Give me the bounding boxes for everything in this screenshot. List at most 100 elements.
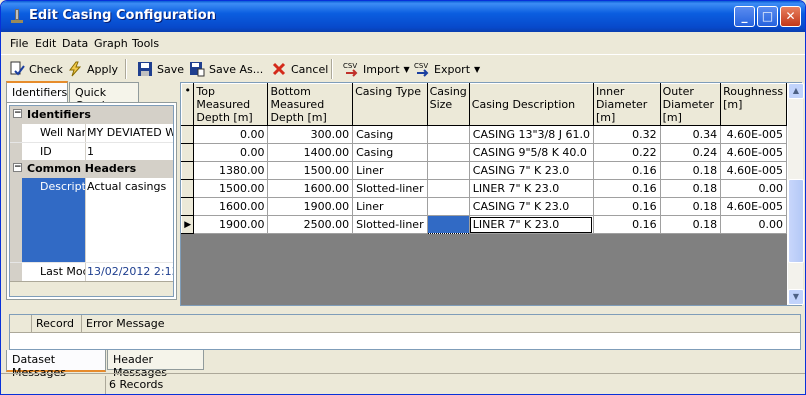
tab-identifiers[interactable]: Identifiers	[6, 81, 68, 103]
cell-top-depth[interactable]: 0.00	[193, 143, 269, 162]
row-selector[interactable]	[180, 197, 195, 216]
header-roughness[interactable]: Roughness [m]	[720, 83, 787, 126]
cell-top-depth[interactable]: 1500.00	[193, 179, 269, 198]
cell-casing-size[interactable]	[426, 143, 470, 162]
header-error-message[interactable]: Error Message	[82, 315, 800, 333]
cell-bottom-depth[interactable]: 1400.00	[267, 143, 354, 162]
cell-outer-diameter[interactable]: 0.18	[659, 197, 722, 216]
cell-casing-size[interactable]	[426, 197, 470, 216]
property-value[interactable]: 1	[87, 145, 173, 158]
cell-roughness[interactable]: 0.00	[720, 215, 787, 234]
cell-outer-diameter[interactable]: 0.34	[659, 125, 722, 144]
close-button[interactable]: ✕	[780, 6, 801, 27]
cell-casing-description[interactable]: CASING 7" K 23.0	[468, 197, 594, 216]
header-outer-diameter[interactable]: Outer Diameter [m]	[659, 83, 722, 126]
menu-tools[interactable]: Tools	[132, 37, 159, 50]
cell-casing-type[interactable]: Liner	[352, 197, 428, 216]
property-row-id[interactable]: ID 1	[10, 142, 173, 161]
cell-roughness[interactable]: 4.60E-005	[720, 197, 787, 216]
tab-quick-graph[interactable]: Quick Graph	[69, 82, 139, 112]
cell-roughness[interactable]: 4.60E-005	[720, 143, 787, 162]
dropdown-arrow-icon[interactable]: ▼	[404, 65, 410, 74]
table-row[interactable]: 1600.00 1900.00 Liner CASING 7" K 23.0 0…	[180, 197, 787, 216]
current-row-indicator-icon[interactable]: ▶	[180, 215, 195, 234]
scroll-down-icon[interactable]: ▼	[788, 289, 804, 305]
save-button[interactable]: Save	[137, 61, 184, 77]
tab-header-messages[interactable]: Header Messages	[107, 350, 204, 379]
maximize-button[interactable]: □	[757, 6, 778, 27]
header-casing-description[interactable]: Casing Description	[468, 83, 594, 126]
cell-casing-size-selected[interactable]	[426, 215, 470, 234]
cell-inner-diameter[interactable]: 0.16	[592, 179, 661, 198]
cell-casing-size[interactable]	[426, 125, 470, 144]
title-bar[interactable]: Edit Casing Configuration _ □ ✕	[1, 1, 805, 32]
cell-casing-type[interactable]: Liner	[352, 161, 428, 180]
cell-inner-diameter[interactable]: 0.16	[592, 197, 661, 216]
cell-casing-size[interactable]	[426, 161, 470, 180]
cell-roughness[interactable]: 0.00	[720, 179, 787, 198]
cell-outer-diameter[interactable]: 0.18	[659, 161, 722, 180]
cell-inner-diameter[interactable]: 0.16	[592, 215, 661, 234]
header-top-depth[interactable]: Top Measured Depth [m]	[193, 83, 269, 126]
menu-file[interactable]: File	[10, 37, 28, 50]
cell-bottom-depth[interactable]: 1600.00	[267, 179, 354, 198]
export-button[interactable]: CSV Export ▼	[414, 61, 480, 77]
property-row-well-name[interactable]: Well Name MY DEVIATED WE	[10, 124, 173, 142]
cell-top-depth[interactable]: 1600.00	[193, 197, 269, 216]
table-row[interactable]: 0.00 1400.00 Casing CASING 9"5/8 K 40.0 …	[180, 143, 787, 162]
cell-casing-description[interactable]: CASING 7" K 23.0	[468, 161, 594, 180]
vertical-scrollbar[interactable]: ▲ ▼	[787, 83, 804, 305]
table-row-current[interactable]: ▶ 1900.00 2500.00 Slotted-liner LINER 7"…	[180, 215, 787, 234]
check-button[interactable]: Check	[9, 61, 63, 77]
cell-bottom-depth[interactable]: 1500.00	[267, 161, 354, 180]
table-row[interactable]: 1380.00 1500.00 Liner CASING 7" K 23.0 0…	[180, 161, 787, 180]
menu-edit[interactable]: Edit	[35, 37, 56, 50]
property-value[interactable]: MY DEVIATED WE	[87, 126, 173, 139]
property-row-description[interactable]: Description Actual casings	[10, 178, 173, 262]
scroll-up-icon[interactable]: ▲	[788, 83, 804, 99]
cell-inner-diameter[interactable]: 0.22	[592, 143, 661, 162]
row-selector[interactable]	[180, 143, 195, 162]
tab-dataset-messages[interactable]: Dataset Messages	[6, 350, 106, 379]
header-inner-diameter[interactable]: Inner Diameter [m]	[592, 83, 661, 126]
property-value[interactable]: 13/02/2012 2:13:	[87, 265, 173, 278]
minimize-button[interactable]: _	[734, 6, 755, 27]
cell-inner-diameter[interactable]: 0.16	[592, 161, 661, 180]
header-record[interactable]: Record	[32, 315, 82, 333]
cell-roughness[interactable]: 4.60E-005	[720, 161, 787, 180]
table-row[interactable]: 0.00 300.00 Casing CASING 13"3/8 J 61.0 …	[180, 125, 787, 144]
category-identifiers[interactable]: − Identifiers	[10, 106, 173, 124]
import-button[interactable]: CSV Import ▼	[343, 61, 410, 77]
property-row-last-modified[interactable]: Last Modified 13/02/2012 2:13:	[10, 262, 173, 281]
header-bottom-depth[interactable]: Bottom Measured Depth [m]	[267, 83, 354, 126]
cell-casing-size[interactable]	[426, 179, 470, 198]
collapse-icon[interactable]: −	[13, 109, 22, 118]
row-selector-header[interactable]: •	[180, 83, 195, 126]
row-selector[interactable]	[180, 179, 195, 198]
cell-casing-type[interactable]: Slotted-liner	[352, 179, 428, 198]
horizontal-splitter[interactable]	[6, 306, 802, 313]
cell-outer-diameter[interactable]: 0.24	[659, 143, 722, 162]
cell-outer-diameter[interactable]: 0.18	[659, 215, 722, 234]
cell-casing-description[interactable]: LINER 7" K 23.0	[468, 179, 594, 198]
cell-inner-diameter[interactable]: 0.32	[592, 125, 661, 144]
cell-outer-diameter[interactable]: 0.18	[659, 179, 722, 198]
cell-casing-description[interactable]: CASING 13"3/8 J 61.0	[468, 125, 594, 144]
menu-graph[interactable]: Graph	[94, 37, 128, 50]
save-as-button[interactable]: Save As...	[189, 61, 263, 77]
cancel-button[interactable]: Cancel	[271, 61, 328, 77]
cell-top-depth[interactable]: 1900.00	[193, 215, 269, 234]
scroll-thumb[interactable]	[788, 179, 804, 263]
row-selector[interactable]	[180, 125, 195, 144]
menu-data[interactable]: Data	[62, 37, 88, 50]
cell-bottom-depth[interactable]: 2500.00	[267, 215, 354, 234]
header-casing-type[interactable]: Casing Type	[352, 83, 428, 126]
apply-button[interactable]: Apply	[67, 61, 118, 77]
cell-bottom-depth[interactable]: 1900.00	[267, 197, 354, 216]
category-common-headers[interactable]: − Common Headers	[10, 160, 173, 178]
property-value[interactable]: Actual casings	[87, 180, 173, 193]
dropdown-arrow-icon[interactable]: ▼	[474, 65, 480, 74]
cell-bottom-depth[interactable]: 300.00	[267, 125, 354, 144]
cell-top-depth[interactable]: 1380.00	[193, 161, 269, 180]
cell-top-depth[interactable]: 0.00	[193, 125, 269, 144]
